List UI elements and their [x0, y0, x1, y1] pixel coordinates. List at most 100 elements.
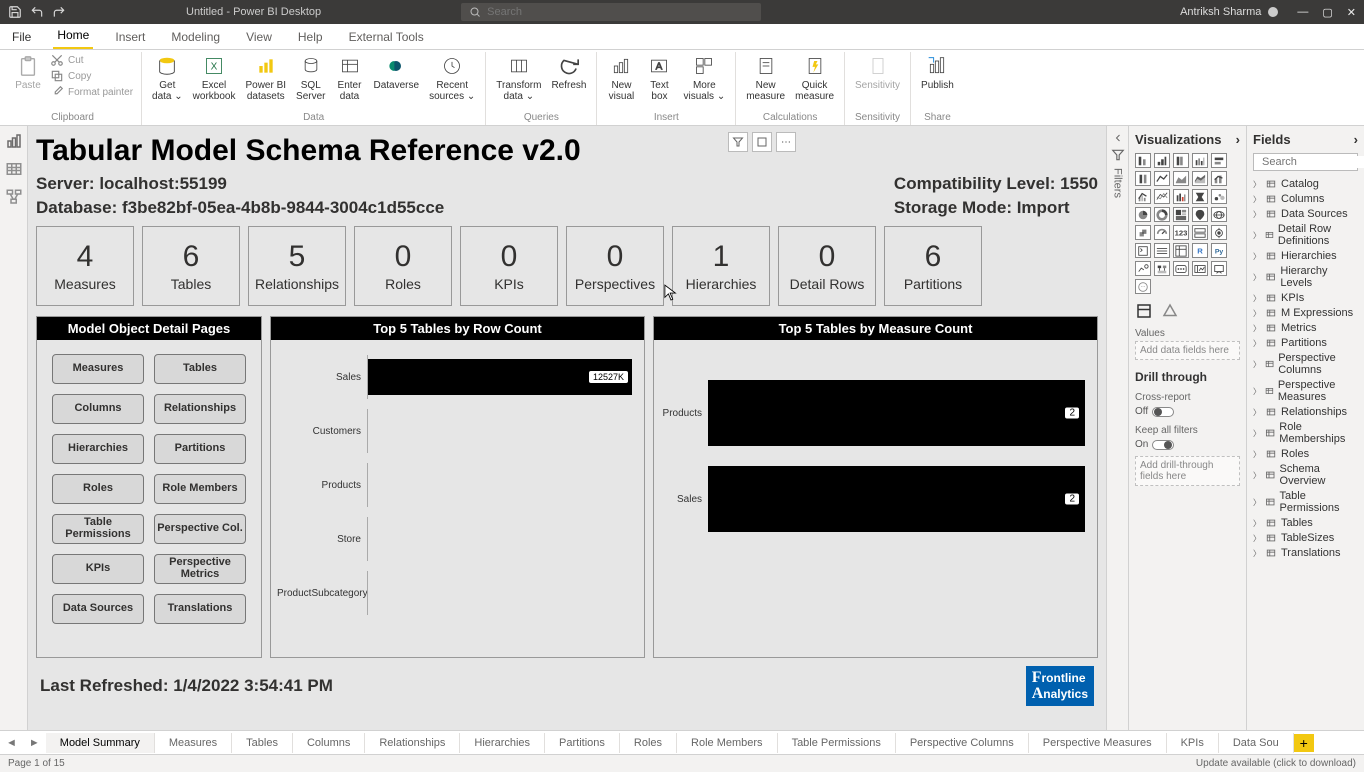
user-account[interactable]: Antriksh Sharma	[1180, 6, 1279, 18]
field-table[interactable]: 〉Hierarchy Levels	[1253, 264, 1358, 290]
viz-type-icon[interactable]	[1135, 171, 1151, 186]
page-tab[interactable]: Partitions	[545, 733, 620, 753]
new-visual-button[interactable]: New visual	[603, 52, 639, 104]
drill-through-well[interactable]: Add drill-through fields here	[1135, 456, 1240, 486]
page-tab[interactable]: Perspective Measures	[1029, 733, 1167, 753]
update-notice[interactable]: Update available (click to download)	[1196, 758, 1356, 769]
more-visuals-button[interactable]: More visuals ⌄	[679, 52, 729, 104]
page-tab[interactable]: Model Summary	[46, 733, 155, 753]
viz-type-icon[interactable]	[1154, 189, 1170, 204]
excel-button[interactable]: XExcel workbook	[189, 52, 240, 104]
cut-button[interactable]: Cut	[48, 52, 135, 68]
nav-button[interactable]: Columns	[52, 394, 144, 424]
ribbon-tab-view[interactable]: View	[242, 25, 276, 49]
metric-card[interactable]: 0Perspectives	[566, 226, 664, 306]
close-button[interactable]: ✕	[1347, 6, 1356, 19]
values-well[interactable]: Add data fields here	[1135, 341, 1240, 360]
quick-measure-button[interactable]: Quick measure	[791, 52, 838, 104]
page-tab[interactable]: Role Members	[677, 733, 778, 753]
field-table[interactable]: 〉Tables	[1253, 516, 1358, 530]
field-table[interactable]: 〉Relationships	[1253, 405, 1358, 419]
viz-type-icon[interactable]	[1211, 171, 1227, 186]
viz-type-icon[interactable]	[1192, 171, 1208, 186]
fields-tab-icon[interactable]	[1135, 302, 1153, 320]
field-table[interactable]: 〉Metrics	[1253, 321, 1358, 335]
cross-report-toggle[interactable]: Off	[1135, 406, 1240, 417]
field-table[interactable]: 〉M Expressions	[1253, 306, 1358, 320]
page-tab[interactable]: Columns	[293, 733, 365, 753]
viz-type-icon[interactable]: ⋯	[1135, 279, 1151, 294]
page-prev-button[interactable]: ◄	[0, 737, 23, 749]
viz-type-icon[interactable]	[1192, 261, 1208, 276]
page-tab[interactable]: Measures	[155, 733, 232, 753]
viz-type-icon[interactable]: Py	[1211, 243, 1227, 258]
field-table[interactable]: 〉Columns	[1253, 192, 1358, 206]
metric-card[interactable]: 4Measures	[36, 226, 134, 306]
filter-visual-icon[interactable]	[728, 132, 748, 152]
field-table[interactable]: 〉TableSizes	[1253, 531, 1358, 545]
metric-card[interactable]: 0Detail Rows	[778, 226, 876, 306]
sql-server-button[interactable]: SQL Server	[292, 52, 329, 104]
field-table[interactable]: 〉Role Memberships	[1253, 420, 1358, 446]
viz-type-icon[interactable]	[1135, 207, 1151, 222]
paste-button[interactable]: Paste	[10, 52, 46, 93]
undo-icon[interactable]	[30, 5, 44, 19]
nav-button[interactable]: Hierarchies	[52, 434, 144, 464]
refresh-button[interactable]: Refresh	[547, 52, 590, 93]
chart2-body[interactable]: Products2Sales2	[654, 340, 1097, 657]
viz-type-icon[interactable]: 123	[1173, 225, 1189, 240]
viz-type-icon[interactable]	[1154, 243, 1170, 258]
model-view-icon[interactable]	[5, 188, 23, 206]
page-tab[interactable]: Roles	[620, 733, 677, 753]
viz-type-icon[interactable]	[1173, 243, 1189, 258]
transform-data-button[interactable]: Transform data ⌄	[492, 52, 545, 104]
chart1-body[interactable]: Sales12527KCustomersProductsStoreProduct…	[271, 340, 644, 657]
format-painter-button[interactable]: Format painter	[48, 84, 135, 100]
report-view-icon[interactable]	[5, 132, 23, 150]
ribbon-tab-file[interactable]: File	[8, 25, 35, 49]
more-options-icon[interactable]: ⋯	[776, 132, 796, 152]
viz-type-icon[interactable]	[1192, 225, 1208, 240]
viz-type-icon[interactable]	[1173, 153, 1189, 168]
page-tab[interactable]: Perspective Columns	[896, 733, 1029, 753]
field-table[interactable]: 〉Table Permissions	[1253, 489, 1358, 515]
nav-button[interactable]: Roles	[52, 474, 144, 504]
viz-type-icon[interactable]	[1154, 225, 1170, 240]
fields-search[interactable]	[1253, 153, 1358, 171]
nav-button[interactable]: Perspective Metrics	[154, 554, 246, 584]
copy-button[interactable]: Copy	[48, 68, 135, 84]
report-canvas[interactable]: ⋯ Tabular Model Schema Reference v2.0 Se…	[28, 126, 1106, 730]
viz-type-icon[interactable]	[1154, 153, 1170, 168]
field-table[interactable]: 〉Schema Overview	[1253, 462, 1358, 488]
viz-type-icon[interactable]	[1154, 207, 1170, 222]
page-next-button[interactable]: ►	[23, 737, 46, 749]
ribbon-tab-home[interactable]: Home	[53, 23, 93, 49]
page-tab[interactable]: Data Sou	[1219, 733, 1294, 753]
nav-button[interactable]: Relationships	[154, 394, 246, 424]
field-table[interactable]: 〉Data Sources	[1253, 207, 1358, 221]
add-page-button[interactable]: +	[1294, 734, 1314, 752]
publish-button[interactable]: Publish	[917, 52, 958, 93]
text-box-button[interactable]: AText box	[641, 52, 677, 104]
field-table[interactable]: 〉Roles	[1253, 447, 1358, 461]
field-table[interactable]: 〉Translations	[1253, 546, 1358, 560]
viz-type-icon[interactable]	[1192, 207, 1208, 222]
page-tab[interactable]: KPIs	[1167, 733, 1219, 753]
dataverse-button[interactable]: Dataverse	[370, 52, 424, 93]
nav-button[interactable]: Measures	[52, 354, 144, 384]
metric-card[interactable]: 6Partitions	[884, 226, 982, 306]
page-tab[interactable]: Table Permissions	[778, 733, 896, 753]
chevron-right-icon[interactable]: ›	[1354, 132, 1358, 147]
viz-type-icon[interactable]	[1135, 243, 1151, 258]
nav-button[interactable]: Table Permissions	[52, 514, 144, 544]
viz-type-icon[interactable]	[1173, 171, 1189, 186]
save-icon[interactable]	[8, 5, 22, 19]
nav-button[interactable]: Tables	[154, 354, 246, 384]
field-table[interactable]: 〉Perspective Columns	[1253, 351, 1358, 377]
viz-type-icon[interactable]	[1192, 189, 1208, 204]
field-table[interactable]: 〉Detail Row Definitions	[1253, 222, 1358, 248]
viz-type-icon[interactable]	[1135, 153, 1151, 168]
ribbon-tab-insert[interactable]: Insert	[111, 25, 149, 49]
ribbon-tab-modeling[interactable]: Modeling	[167, 25, 224, 49]
fields-search-input[interactable]	[1262, 156, 1364, 168]
